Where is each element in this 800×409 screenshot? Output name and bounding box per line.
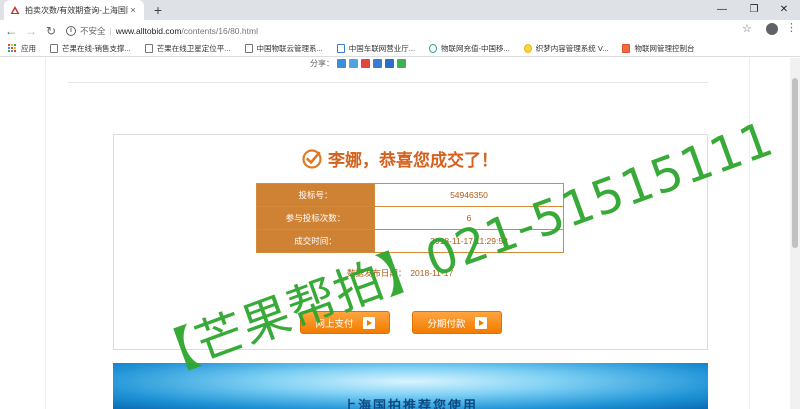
page-icon: [336, 44, 345, 53]
share-douban-icon[interactable]: [385, 59, 394, 68]
checkmark-icon: [302, 148, 322, 169]
share-weibo-icon[interactable]: [361, 59, 370, 68]
tab-title: 拍卖次数/有效期查询-上海国际...: [25, 5, 128, 15]
forward-button[interactable]: →: [22, 22, 40, 40]
congrats-text: 李娜，恭喜您成交了！: [328, 151, 498, 170]
scrollbar[interactable]: [790, 58, 800, 409]
new-tab-button[interactable]: +: [150, 2, 166, 18]
address-bar[interactable]: i 不安全 | www.alltobid.com/contents/16/80.…: [66, 22, 756, 39]
profile-avatar[interactable]: [766, 23, 778, 35]
deal-time-value: 2018-11-17 11:29:58: [374, 229, 564, 253]
url-host: www.alltobid.com: [115, 25, 182, 36]
bookmark-apps[interactable]: 应用: [8, 43, 36, 54]
result-table: 投标号： 54946350 参与投标次数： 6 成交时间： 2018-11-17…: [256, 183, 564, 253]
pay-installment-button[interactable]: 分期付款: [412, 311, 502, 334]
bookmark-item[interactable]: 织梦内容管理系统 V...: [523, 43, 609, 54]
table-row: 参与投标次数： 6: [256, 206, 564, 230]
arrow-right-icon: [362, 316, 375, 329]
table-row: 成交时间： 2018-11-17 11:29:58: [256, 229, 564, 253]
share-renren-icon[interactable]: [373, 59, 382, 68]
promo-banner[interactable]: 上海国拍推荐您使用: [113, 363, 708, 409]
bookmark-label: 中国物联云管理系...: [256, 44, 323, 53]
table-row: 投标号： 54946350: [256, 183, 564, 207]
congrats-heading: 李娜，恭喜您成交了！: [0, 146, 800, 171]
tab-close-icon[interactable]: ×: [128, 5, 138, 15]
insecure-label: 不安全: [80, 25, 106, 36]
share-label: 分享：: [310, 59, 334, 68]
page-icon: [523, 44, 532, 53]
scrollbar-thumb[interactable]: [792, 78, 798, 248]
bookmark-label: 芒果在线-销售支撑...: [62, 44, 131, 53]
url-path: /contents/16/80.html: [181, 25, 258, 36]
share-tencent-icon[interactable]: [349, 59, 358, 68]
share-bar: 分享：: [310, 58, 406, 69]
bookmark-item[interactable]: 芒果在线-销售支撑...: [50, 43, 131, 54]
pay-installment-label: 分期付款: [427, 318, 466, 330]
restore-button[interactable]: ❐: [738, 0, 770, 20]
menu-icon[interactable]: ⋮: [786, 21, 797, 34]
browser-toolbar: ← → ↻ i 不安全 | www.alltobid.com/contents/…: [0, 20, 800, 41]
pay-online-button[interactable]: 网上支付: [300, 311, 390, 334]
apps-icon: [8, 44, 17, 53]
bid-count-label: 参与投标次数：: [256, 206, 375, 230]
share-wechat-icon[interactable]: [397, 59, 406, 68]
bookmark-label: 织梦内容管理系统 V...: [535, 44, 609, 53]
bookmark-item[interactable]: 中国车联网营业厅...: [336, 43, 416, 54]
bookmark-label: 应用: [21, 44, 36, 53]
bookmark-label: 中国车联网营业厅...: [348, 44, 416, 53]
page-icon: [50, 44, 58, 53]
info-icon[interactable]: i: [66, 25, 76, 36]
bid-number-label: 投标号：: [256, 183, 375, 207]
page-icon: [244, 44, 253, 53]
bookmark-item[interactable]: 芒果在线卫星定位平...: [144, 43, 231, 54]
bookmark-star-icon[interactable]: ☆: [742, 22, 752, 35]
bookmark-label: 物联网管理控制台: [634, 44, 695, 53]
bookmark-label: 芒果在线卫星定位平...: [156, 44, 231, 53]
reload-button[interactable]: ↻: [42, 22, 60, 40]
page-icon: [144, 44, 153, 53]
address-separator: |: [109, 25, 112, 36]
pay-online-label: 网上支付: [315, 318, 354, 330]
close-window-button[interactable]: ✕: [768, 0, 800, 20]
site-favicon-icon: [10, 6, 20, 14]
bid-number-value: 54946350: [374, 183, 564, 207]
publish-date-value: 2018-11-17: [410, 268, 454, 278]
page-icon: [622, 44, 631, 53]
page-viewport: 分享： 李娜，恭喜您成交了！ 投标号： 54946350 参与投标次数： 6 成…: [0, 58, 800, 409]
banner-text: 上海国拍推荐您使用: [342, 399, 478, 409]
deal-time-label: 成交时间：: [256, 229, 375, 253]
share-qzone-icon[interactable]: [337, 59, 346, 68]
divider: [68, 82, 708, 83]
bookmark-item[interactable]: 中国物联云管理系...: [244, 43, 323, 54]
bookmarks-bar: 应用 芒果在线-销售支撑... 芒果在线卫星定位平... 中国物联云管理系...…: [0, 41, 800, 57]
bookmark-item[interactable]: 物联网管理控制台: [622, 43, 694, 54]
arrow-right-icon: [474, 316, 487, 329]
back-button[interactable]: ←: [2, 22, 20, 40]
url-text[interactable]: www.alltobid.com/contents/16/80.html: [116, 26, 258, 36]
tab-strip: 拍卖次数/有效期查询-上海国际... × + — ❐ ✕: [0, 0, 800, 20]
browser-tab[interactable]: 拍卖次数/有效期查询-上海国际... ×: [4, 0, 144, 20]
publish-date-label: 数据发布日期：: [346, 268, 407, 278]
publish-date: 数据发布日期： 2018-11-17: [0, 267, 800, 279]
bookmark-item[interactable]: 物联网充值-中国移...: [429, 43, 510, 54]
page-icon: [429, 44, 438, 53]
bid-count-value: 6: [374, 206, 564, 230]
minimize-button[interactable]: —: [706, 0, 738, 20]
bookmark-label: 物联网充值-中国移...: [441, 44, 510, 53]
